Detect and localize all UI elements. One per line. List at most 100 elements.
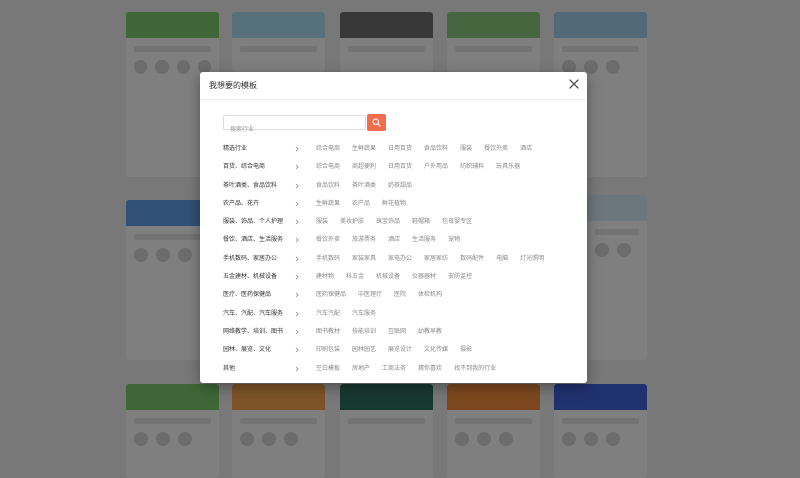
industry-tag[interactable]: 中医理疗 [358, 286, 382, 304]
industry-tag[interactable]: 宠物 [448, 231, 460, 249]
chevron-right-icon [295, 165, 299, 170]
industry-tag[interactable]: 文化传媒 [424, 341, 448, 359]
industry-tag[interactable]: 服装 [316, 213, 328, 231]
industry-tag[interactable]: 户外用品 [424, 158, 448, 176]
industry-tag[interactable]: 食品饮料 [424, 140, 448, 158]
industry-tag[interactable]: 展览设计 [388, 341, 412, 359]
industry-tag[interactable]: 生鲜蔬果 [352, 140, 376, 158]
industry-tag[interactable]: 综合电商 [316, 158, 340, 176]
industry-tag[interactable]: 汽车汽配 [316, 305, 340, 323]
category-label[interactable]: 百货、综合电商 [223, 158, 265, 176]
search-icon [372, 118, 381, 127]
industry-tag[interactable]: 幼教早教 [418, 323, 442, 341]
industry-tag[interactable]: 餐饮外卖 [484, 140, 508, 158]
industry-tag[interactable]: 空白模板 [316, 360, 340, 378]
chevron-right-icon [295, 201, 299, 207]
industry-tag[interactable]: 医药保健品 [316, 286, 346, 304]
category-label[interactable]: 五金建材、机械设备 [223, 268, 277, 286]
industry-tag[interactable]: 家装家具 [352, 250, 376, 268]
industry-tag[interactable]: 摄影 [460, 341, 472, 359]
industry-tag[interactable]: 鞋帽箱 [412, 213, 430, 231]
search-button[interactable] [367, 114, 386, 131]
chevron-right-icon [295, 146, 299, 152]
category-label[interactable]: 精选行业 [223, 140, 247, 158]
industry-tag[interactable]: 图书教材 [316, 323, 340, 341]
industry-tag[interactable]: 生活服务 [412, 231, 436, 249]
industry-tag[interactable]: 灯光照明 [520, 250, 544, 268]
industry-tag[interactable]: 玩具乐器 [496, 158, 520, 176]
category-label[interactable]: 医疗、医药保健品 [223, 286, 271, 304]
tag-list: 手机数码 家装家具 家电办公 家居家纺 数码配件 电脑 灯光照明 [316, 250, 556, 268]
category-label[interactable]: 手机数码、家居办公 [223, 250, 277, 268]
industry-tag[interactable]: 汽车服务 [352, 305, 376, 323]
industry-tag[interactable]: 奶茶甜品 [388, 177, 412, 195]
category-row: 农产品、花卉 生鲜蔬果 农产品 鲜花植物 [223, 195, 573, 213]
industry-tag[interactable]: 珠宝饰品 [376, 213, 400, 231]
tag-list: 服装 美妆护肤 珠宝饰品 鞋帽箱 包母婴专区 [316, 213, 484, 231]
industry-tag[interactable]: 手机数码 [316, 250, 340, 268]
template-picker-modal: 我想要的模板 精选行业综合电商生鲜蔬果日用百货食品饮料服装餐饮外卖酒店百货、综合… [200, 72, 587, 383]
category-label[interactable]: 服装、饰品、个人护理 [223, 213, 283, 231]
industry-tag[interactable]: 美妆护肤 [340, 213, 364, 231]
industry-tag[interactable]: 服装 [460, 140, 472, 158]
category-row: 精选行业 综合电商 生鲜蔬果 日用百货 食品饮料 服装 餐饮外卖 酒店 [223, 140, 573, 158]
industry-tag[interactable]: 房地产 [352, 360, 370, 378]
industry-tag[interactable]: 鲜花植物 [382, 195, 406, 213]
industry-tag[interactable]: 食品饮料 [316, 177, 340, 195]
industry-tag[interactable]: 找不到我的行业 [454, 360, 496, 378]
industry-tag[interactable]: 农产品 [352, 195, 370, 213]
industry-tag[interactable]: 日用百货 [388, 158, 412, 176]
industry-tag[interactable]: 建材物 [316, 268, 334, 286]
industry-tag[interactable]: 茶叶酒类 [352, 177, 376, 195]
industry-tag[interactable]: 园林园艺 [352, 341, 376, 359]
tag-list: 汽车汽配 汽车服务 [316, 305, 388, 323]
industry-tag[interactable]: 技能培训 [352, 323, 376, 341]
category-label[interactable]: 园林、展览、文化 [223, 341, 271, 359]
industry-tag[interactable]: 医院 [394, 286, 406, 304]
category-label[interactable]: 汽车、汽配、汽车服务 [223, 305, 283, 323]
tag-list: 建材物 科五金 机械设备 仪器器材 安防监控 [316, 268, 484, 286]
chevron-right-icon [295, 366, 299, 371]
category-label[interactable]: 其他 [223, 360, 235, 378]
industry-tag[interactable]: 酒店 [520, 140, 532, 158]
category-row: 百货、综合电商 综合电商 商超便利 日用百货 户外用品 纺织辅料 玩具乐器 [223, 158, 573, 176]
industry-tag[interactable]: 体检机构 [418, 286, 442, 304]
industry-tag[interactable]: 日用百货 [388, 140, 412, 158]
industry-tag[interactable]: 家居家纺 [424, 250, 448, 268]
industry-tag[interactable]: 机械设备 [376, 268, 400, 286]
category-label[interactable]: 餐饮、酒店、生活服务 [223, 231, 283, 249]
industry-tag[interactable]: 印刷包装 [316, 341, 340, 359]
industry-tag[interactable]: 家电办公 [388, 250, 412, 268]
industry-tag[interactable]: 猜你喜欢 [418, 360, 442, 378]
header-divider [200, 99, 587, 100]
industry-tag[interactable]: 电脑 [496, 250, 508, 268]
industry-tag[interactable]: 科五金 [346, 268, 364, 286]
industry-tag[interactable]: 生鲜蔬果 [316, 195, 340, 213]
industry-tag[interactable]: 工商法务 [382, 360, 406, 378]
industry-tag[interactable]: 数码配件 [460, 250, 484, 268]
modal-title: 我想要的模板 [209, 81, 257, 90]
chevron-right-icon [295, 329, 299, 335]
tag-list: 综合电商 商超便利 日用百货 户外用品 纺织辅料 玩具乐器 [316, 158, 532, 176]
industry-tag[interactable]: 旅游票务 [352, 231, 376, 249]
chevron-right-icon [295, 183, 299, 188]
industry-tag[interactable]: 酒店 [388, 231, 400, 249]
search-input[interactable] [224, 123, 360, 136]
close-icon[interactable] [568, 78, 580, 90]
industry-tag[interactable]: 纺织辅料 [460, 158, 484, 176]
chevron-right-icon [295, 238, 299, 243]
category-row: 园林、展览、文化 印刷包装 园林园艺 展览设计 文化传媒 摄影 [223, 341, 573, 359]
search-field[interactable] [223, 115, 366, 136]
category-label[interactable]: 农产品、花卉 [223, 195, 259, 213]
industry-tag[interactable]: 安防监控 [448, 268, 472, 286]
industry-tag[interactable]: 商超便利 [352, 158, 376, 176]
industry-tag[interactable]: 互联网 [388, 323, 406, 341]
category-label[interactable]: 网络教学、培训、图书 [223, 323, 283, 341]
industry-tag[interactable]: 包母婴专区 [442, 213, 472, 231]
tag-list: 食品饮料 茶叶酒类 奶茶甜品 [316, 177, 424, 195]
industry-tag[interactable]: 餐饮外卖 [316, 231, 340, 249]
industry-tag[interactable]: 仪器器材 [412, 268, 436, 286]
category-row: 五金建材、机械设备 建材物 科五金 机械设备 仪器器材 安防监控 [223, 268, 573, 286]
industry-tag[interactable]: 综合电商 [316, 140, 340, 158]
category-label[interactable]: 茶叶酒类、食品饮料 [223, 177, 277, 195]
